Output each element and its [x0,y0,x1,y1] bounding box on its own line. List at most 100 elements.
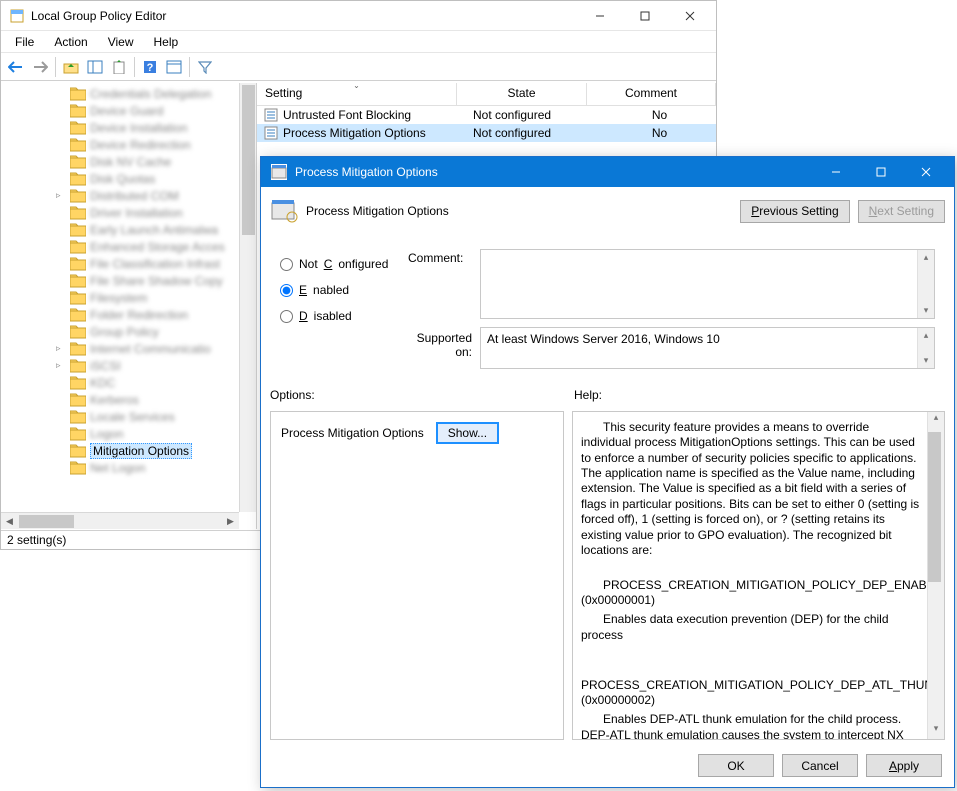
cell-comment: No [603,126,716,140]
help-const-2-desc: Enables DEP-ATL thunk emulation for the … [581,712,922,740]
expand-caret-icon[interactable]: ▹ [56,343,66,354]
folder-icon [70,172,86,186]
radio-not-configured[interactable]: Not Configured [280,251,410,277]
dialog-heading: Process Mitigation Options [306,204,732,218]
menubar: File Action View Help [1,31,716,53]
tree-item-label: Credentials Delegation [90,87,211,101]
tree-item[interactable]: File Share Shadow Copy [56,272,257,289]
tree-item-label: Kerberos [90,393,139,407]
maximize-button[interactable] [622,2,667,30]
filter-button[interactable] [194,56,216,78]
tree-item[interactable]: Mitigation Options [56,442,257,459]
tree-item-label: Device Installation [90,121,187,135]
dialog-maximize-button[interactable] [858,160,903,184]
folder-icon [70,393,86,407]
cell-setting: Process Mitigation Options [283,126,473,140]
apply-button[interactable]: Apply [866,754,942,777]
up-folder-button[interactable] [60,56,82,78]
tree-item[interactable]: Device Redirection [56,136,257,153]
radio-enabled[interactable]: Enabled [280,277,410,303]
folder-icon [70,138,86,152]
tree-horizontal-scrollbar[interactable]: ◀ ▶ [1,512,239,529]
next-label: ext Setting [877,204,934,218]
tree-item[interactable]: File Classification Infrast [56,255,257,272]
prev-label: revious Setting [759,204,838,218]
menu-view[interactable]: View [102,33,140,51]
dialog-title: Process Mitigation Options [295,165,813,179]
properties-button[interactable] [163,56,185,78]
tree-item[interactable]: Group Policy [56,323,257,340]
tree-item[interactable]: Driver Installation [56,204,257,221]
minimize-button[interactable] [577,2,622,30]
folder-icon [70,325,86,339]
expand-caret-icon[interactable]: ▹ [56,360,66,371]
tree-item-label: Internet Communicatio [90,342,211,356]
tree-item[interactable]: Disk NV Cache [56,153,257,170]
help-const-1: PROCESS_CREATION_MITIGATION_POLICY_DEP_E… [581,578,922,609]
tree-item-label: Net Logon [90,461,145,475]
help-label: Help: [574,388,602,402]
tree-item[interactable]: Credentials Delegation [56,85,257,102]
tree-item-label: Early Launch Antimalwa [90,223,218,237]
ok-button[interactable]: OK [698,754,774,777]
menu-action[interactable]: Action [48,33,93,51]
tree-item-label: Disk NV Cache [90,155,171,169]
back-button[interactable] [5,56,27,78]
tree-item-label: KDC [90,376,115,390]
show-hide-tree-button[interactable] [84,56,106,78]
setting-icon [263,125,279,141]
help-panel: This security feature provides a means t… [572,411,945,740]
list-row[interactable]: Untrusted Font BlockingNot configuredNo [257,106,716,124]
supported-scrollbar[interactable]: ▴▾ [917,328,934,368]
export-button[interactable] [108,56,130,78]
tree-item[interactable]: Folder Redirection [56,306,257,323]
tree-item[interactable]: Logon [56,425,257,442]
radio-disabled[interactable]: Disabled [280,303,410,329]
tree-item[interactable]: Device Installation [56,119,257,136]
tree-item[interactable]: Net Logon [56,459,257,476]
tree-item[interactable]: Enhanced Storage Acces [56,238,257,255]
tree-item[interactable]: Disk Quotas [56,170,257,187]
tree-vertical-scrollbar[interactable] [239,83,256,512]
folder-icon [70,189,86,203]
show-button[interactable]: Show... [436,422,499,444]
folder-icon [70,308,86,322]
list-row[interactable]: Process Mitigation OptionsNot configured… [257,124,716,142]
tree-item-label: Locale Services [90,410,175,424]
folder-icon [70,257,86,271]
tree-item[interactable]: Filesystem [56,289,257,306]
tree-item[interactable]: ▹ iSCSI [56,357,257,374]
previous-setting-button[interactable]: Previous Setting [740,200,849,223]
tree-item-label: Disk Quotas [90,172,155,186]
tree-item[interactable]: ▹Distributed COM [56,187,257,204]
column-state[interactable]: State [457,83,587,105]
help-scrollbar[interactable]: ▴▾ [927,412,944,739]
dialog-close-button[interactable] [903,160,948,184]
help-button[interactable]: ? [139,56,161,78]
forward-button[interactable] [29,56,51,78]
app-icon [9,8,25,24]
tree-item[interactable]: Locale Services [56,408,257,425]
menu-file[interactable]: File [9,33,40,51]
tree-item[interactable]: Early Launch Antimalwa [56,221,257,238]
folder-icon [70,206,86,220]
dialog-icon [271,164,287,180]
tree-item[interactable]: Device Guard [56,102,257,119]
close-button[interactable] [667,2,712,30]
comment-scrollbar[interactable]: ▴▾ [917,250,934,318]
state-radio-group: Not Configured Enabled Disabled [280,251,410,329]
expand-caret-icon[interactable]: ▹ [56,190,66,201]
comment-textbox[interactable]: ▴▾ [480,249,935,319]
svg-text:?: ? [147,62,154,74]
dialog-minimize-button[interactable] [813,160,858,184]
cancel-button[interactable]: Cancel [782,754,858,777]
column-comment[interactable]: Comment [587,83,716,105]
tree-item[interactable]: KDC [56,374,257,391]
tree-item[interactable]: Kerberos [56,391,257,408]
folder-icon [70,342,86,356]
tree-item[interactable]: ▹ Internet Communicatio [56,340,257,357]
cell-setting: Untrusted Font Blocking [283,108,473,122]
column-setting[interactable]: Setting⌄ [257,83,457,105]
tree-item-label: iSCSI [90,359,121,373]
menu-help[interactable]: Help [148,33,185,51]
